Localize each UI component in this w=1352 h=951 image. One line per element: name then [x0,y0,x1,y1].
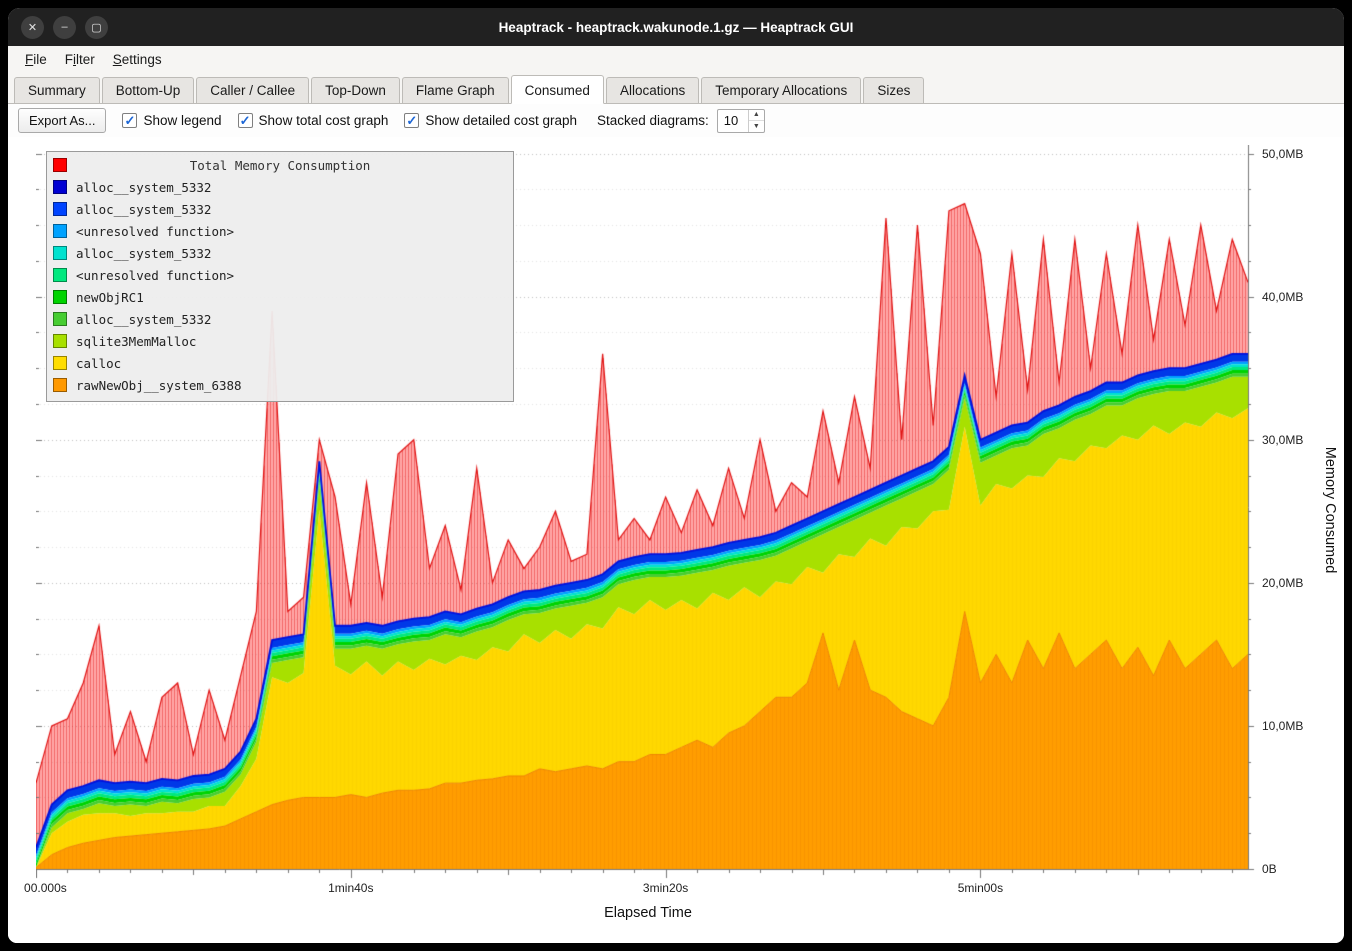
tab-sizes[interactable]: Sizes [863,77,924,103]
legend-swatch [53,356,67,370]
y-axis-tick-label: 40,0MB [1262,290,1303,304]
tab-caller-callee[interactable]: Caller / Callee [196,77,309,103]
tab-consumed[interactable]: Consumed [511,75,604,104]
legend-item: alloc__system_5332 [47,176,513,198]
menu-file[interactable]: File [16,48,56,71]
legend-item: alloc__system_5332 [47,308,513,330]
close-icon: ✕ [28,21,37,34]
y-axis-tick-label: 10,0MB [1262,719,1303,733]
legend-item: newObjRC1 [47,286,513,308]
window-title: Heaptrack - heaptrack.wakunode.1.gz — He… [8,20,1344,35]
chart-area: 0B 10,0MB 20,0MB 30,0MB 40,0MB 50,0MB 00… [8,137,1344,943]
tab-bottom-up[interactable]: Bottom-Up [102,77,195,103]
tab-summary[interactable]: Summary [14,77,100,103]
legend-swatch-total [53,158,67,172]
x-axis-tick-label: 00.000s [24,881,67,895]
legend-title-row: Total Memory Consumption [47,154,513,176]
export-as-button[interactable]: Export As... [18,108,106,133]
legend-swatch [53,224,67,238]
window-controls: ✕ – ▢ [21,8,108,46]
legend-item: calloc [47,352,513,374]
spin-down-icon: ▼ [753,123,760,130]
y-axis-tick-label: 30,0MB [1262,433,1303,447]
spin-up-icon: ▲ [753,111,760,118]
stacked-diagrams-value: 10 [718,110,748,132]
chart-toolbar: Export As... ✓ Show legend ✓ Show total … [8,104,1344,137]
tab-temporary-allocations[interactable]: Temporary Allocations [701,77,861,103]
y-axis-tick-label: 20,0MB [1262,576,1303,590]
legend-item: <unresolved function> [47,220,513,242]
y-axis-tick-label: 0B [1262,862,1277,876]
spin-up-button[interactable]: ▲ [749,110,764,122]
legend-item: sqlite3MemMalloc [47,330,513,352]
x-axis-tick-label: 3min20s [643,881,688,895]
legend-swatch [53,378,67,392]
y-axis-tick-label: 50,0MB [1262,147,1303,161]
y-axis-title: Memory Consumed [1322,447,1338,574]
x-axis-title: Elapsed Time [8,905,1288,921]
legend-swatch [53,334,67,348]
x-axis-tick-label: 5min00s [958,881,1003,895]
menu-settings[interactable]: Settings [104,48,171,71]
stacked-diagrams-spinbox[interactable]: 10 ▲ ▼ [717,109,765,133]
maximize-icon: ▢ [91,21,101,34]
menu-filter[interactable]: Filter [56,48,104,71]
legend-swatch [53,268,67,282]
checkbox-label: Show detailed cost graph [425,113,577,128]
tab-top-down[interactable]: Top-Down [311,77,400,103]
checkbox-check-icon: ✓ [238,113,253,128]
checkbox-check-icon: ✓ [404,113,419,128]
maximize-button[interactable]: ▢ [85,16,108,39]
minimize-button[interactable]: – [53,16,76,39]
legend-swatch [53,180,67,194]
legend-title: Total Memory Consumption [190,158,371,173]
legend-swatch [53,246,67,260]
minimize-icon: – [61,21,67,33]
stacked-diagrams-label: Stacked diagrams: [597,113,709,128]
tab-allocations[interactable]: Allocations [606,77,699,103]
x-axis-tick-label: 1min40s [328,881,373,895]
close-button[interactable]: ✕ [21,16,44,39]
legend-swatch [53,290,67,304]
show-detailed-cost-graph-checkbox[interactable]: ✓ Show detailed cost graph [404,113,577,128]
checkbox-label: Show legend [143,113,221,128]
legend-item: rawNewObj__system_6388 [47,374,513,396]
legend-item: <unresolved function> [47,264,513,286]
chart-legend: Total Memory Consumption alloc__system_5… [46,151,514,402]
legend-swatch [53,312,67,326]
menubar: File Filter Settings [8,46,1344,73]
titlebar[interactable]: ✕ – ▢ Heaptrack - heaptrack.wakunode.1.g… [8,8,1344,46]
legend-item: alloc__system_5332 [47,242,513,264]
tab-bar: Summary Bottom-Up Caller / Callee Top-Do… [8,73,1344,104]
checkbox-label: Show total cost graph [259,113,389,128]
legend-swatch [53,202,67,216]
checkbox-check-icon: ✓ [122,113,137,128]
show-total-cost-graph-checkbox[interactable]: ✓ Show total cost graph [238,113,389,128]
show-legend-checkbox[interactable]: ✓ Show legend [122,113,221,128]
legend-item: alloc__system_5332 [47,198,513,220]
app-window: ✕ – ▢ Heaptrack - heaptrack.wakunode.1.g… [8,8,1344,943]
spin-down-button[interactable]: ▼ [749,121,764,132]
tab-flame-graph[interactable]: Flame Graph [402,77,509,103]
spin-buttons: ▲ ▼ [748,110,764,132]
